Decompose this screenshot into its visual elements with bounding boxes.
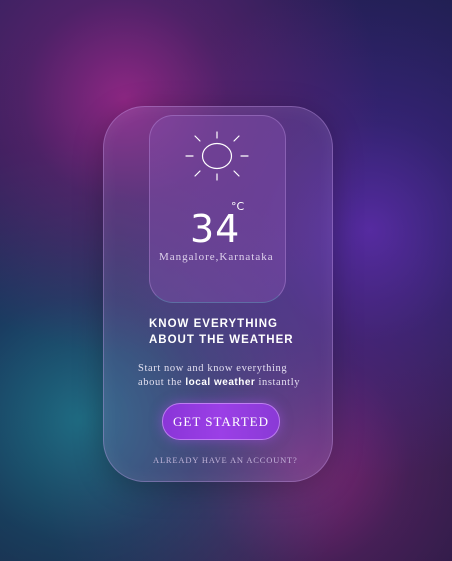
location-label: Mangalore,Karnataka [159, 251, 274, 263]
headline: KNOW EVERYTHING ABOUT THE WEATHER [149, 316, 319, 348]
description-line-2-prefix: about the [138, 377, 186, 388]
description-line-2: about the local weather instantly [138, 376, 328, 390]
description-line-1: Start now and know everything [138, 363, 288, 374]
already-have-account-link[interactable]: ALREADY HAVE AN ACCOUNT? [153, 454, 298, 466]
get-started-button[interactable]: GET STARTED [162, 403, 280, 440]
description: Start now and know everything about the … [138, 362, 328, 390]
headline-line-2: ABOUT THE WEATHER [149, 334, 294, 346]
temperature-unit: °C [231, 200, 245, 213]
headline-line-1: KNOW EVERYTHING [149, 318, 278, 330]
description-highlight: local weather [185, 377, 256, 388]
description-line-2-suffix: instantly [255, 377, 301, 388]
sun-icon [185, 131, 249, 181]
